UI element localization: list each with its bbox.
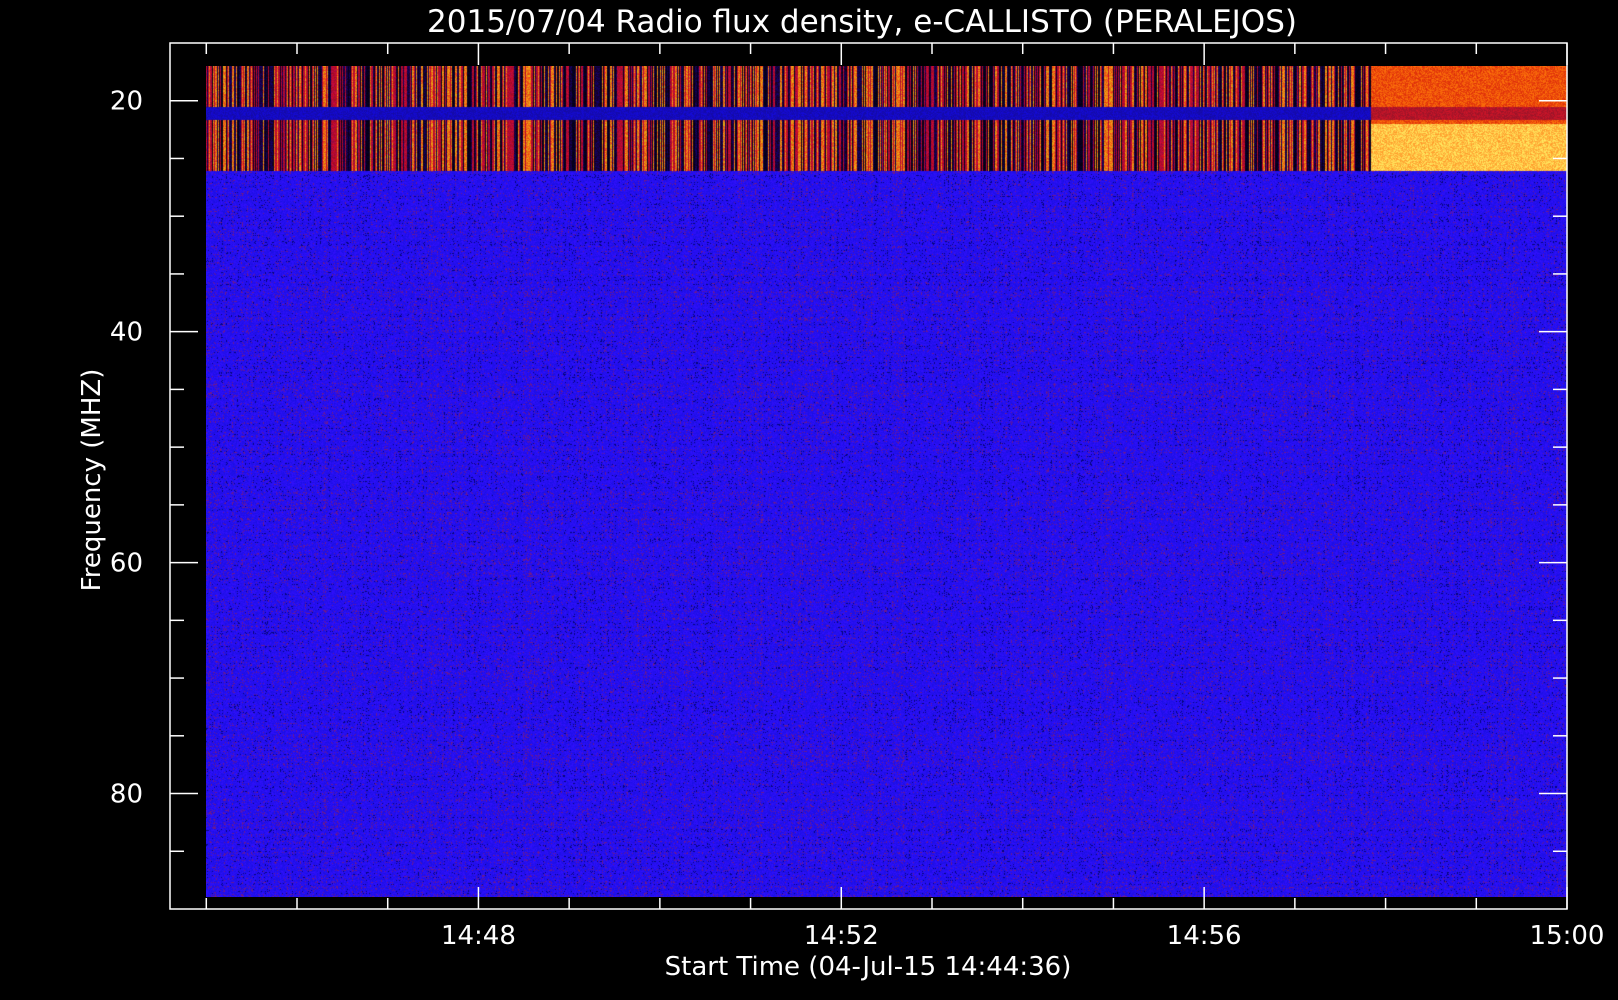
chart-title: 2015/07/04 Radio flux density, e-CALLIST… — [427, 4, 1297, 40]
y-axis-label: Frequency (MHZ) — [77, 369, 107, 592]
y-tick-label: 40 — [110, 318, 143, 348]
x-tick-label: 14:56 — [1167, 921, 1242, 951]
y-tick-label: 60 — [110, 549, 143, 579]
spectrogram-chart: 2015/07/04 Radio flux density, e-CALLIST… — [0, 0, 1618, 1000]
x-tick-label: 15:00 — [1530, 921, 1605, 951]
x-tick-label: 14:52 — [804, 921, 879, 951]
y-tick-label: 20 — [110, 87, 143, 117]
heatmap-image — [206, 66, 1567, 897]
x-axis-label: Start Time (04-Jul-15 14:44:36) — [665, 952, 1072, 982]
y-tick-label: 80 — [110, 780, 143, 810]
x-tick-label: 14:48 — [441, 921, 516, 951]
